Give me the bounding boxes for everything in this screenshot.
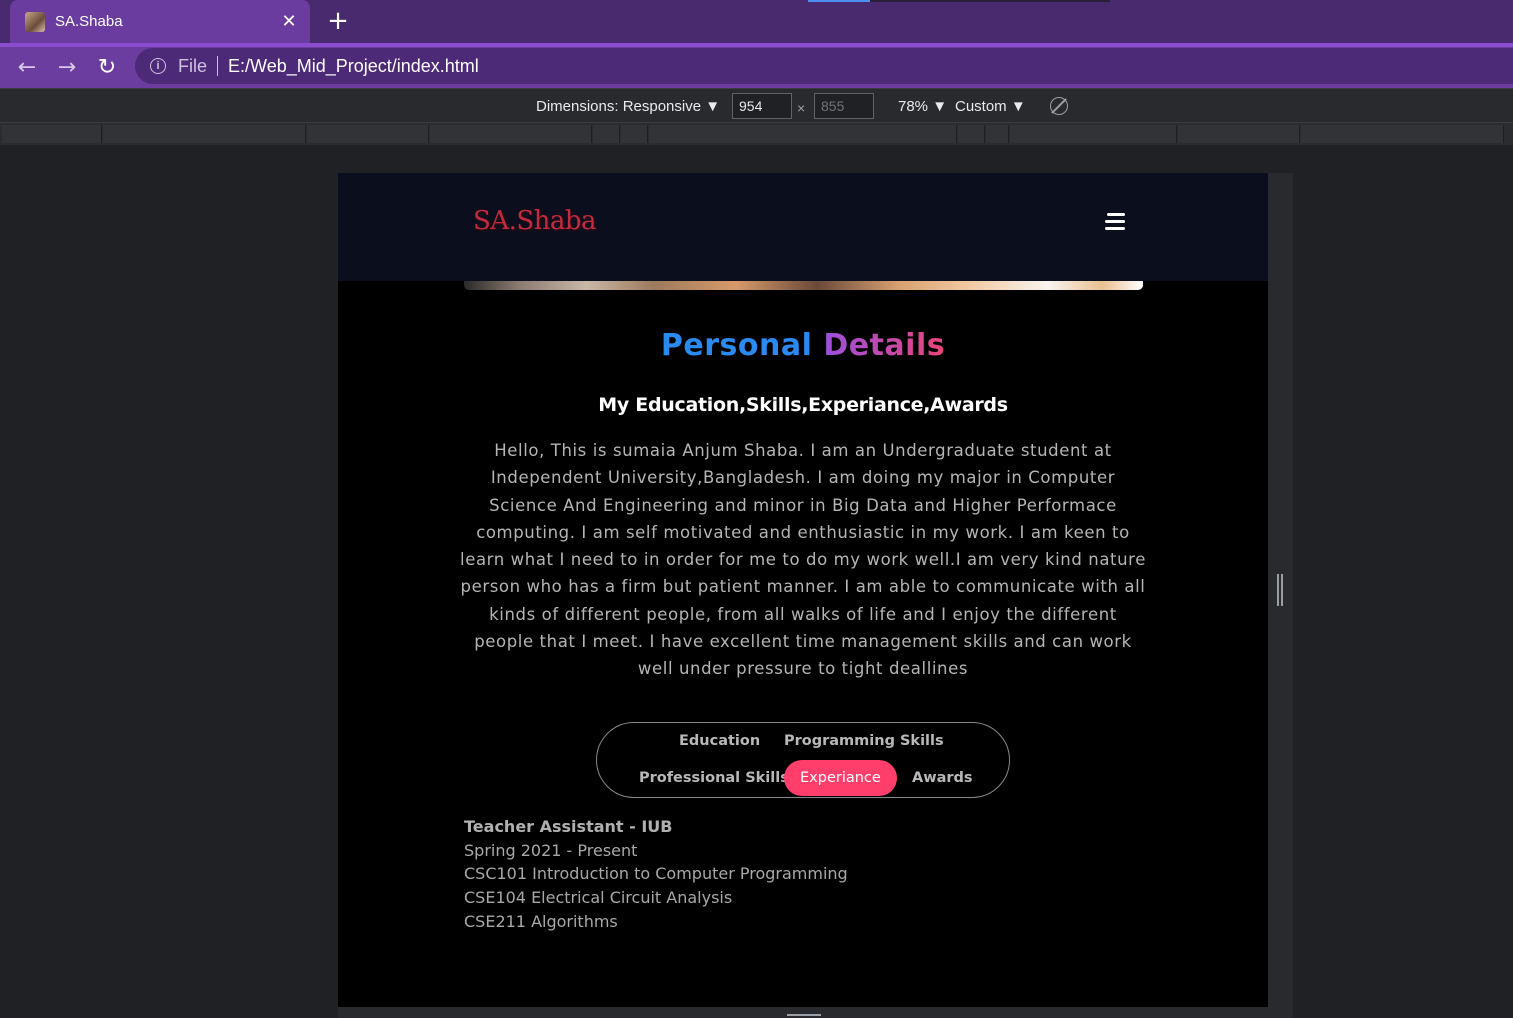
url-separator [217, 56, 219, 76]
url-scheme: File [178, 55, 208, 76]
ruler-segment[interactable] [1010, 125, 1177, 143]
times-symbol: × [797, 100, 806, 116]
browser-tab[interactable]: SA.Shaba ✕ [10, 0, 310, 43]
course-item: CSE211 Algorithms [464, 911, 618, 931]
back-arrow-icon[interactable]: ← [11, 51, 43, 83]
ruler-segment[interactable] [430, 125, 592, 143]
section-title: Personal Details [338, 328, 1268, 363]
ruler-segment[interactable] [103, 125, 306, 143]
tab-experiance[interactable]: Experiance [784, 760, 897, 796]
banner-image-strip [464, 281, 1143, 290]
rotate-icon[interactable] [1050, 97, 1068, 115]
site-header: SA.Shaba [338, 173, 1268, 281]
throttle-dropdown[interactable]: Custom ▼ [955, 95, 1026, 117]
course-item: CSC101 Introduction to Computer Programm… [464, 864, 848, 884]
ruler-segment[interactable] [1301, 125, 1504, 143]
experience-title: Teacher Assistant - IUB [464, 817, 673, 836]
dimensions-dropdown[interactable]: Dimensions: Responsive ▼ [536, 95, 720, 117]
tab-programming-skills[interactable]: Programming Skills [768, 723, 960, 759]
tab-education[interactable]: Education [663, 723, 776, 759]
tab-professional-skills[interactable]: Professional Skills [623, 760, 805, 796]
section-subtitle: My Education,Skills,Experiance,Awards [598, 394, 1008, 416]
reload-icon[interactable]: ↻ [91, 51, 123, 83]
forward-arrow-icon[interactable]: → [51, 51, 83, 83]
tab-strip-indicator-dark [870, 0, 1110, 2]
resize-grip-bottom-icon[interactable] [787, 1014, 821, 1018]
tab-awards[interactable]: Awards [896, 760, 989, 796]
tab-strip-indicator [808, 0, 870, 2]
ruler-segment[interactable] [2, 125, 102, 143]
ruler-segment[interactable] [621, 125, 648, 143]
tab-title: SA.Shaba [55, 13, 123, 30]
experience-period: Spring 2021 - Present [464, 840, 638, 860]
emulated-page: SA.Shaba Personal Details My Education,S… [338, 173, 1268, 1007]
tab-close-icon[interactable]: ✕ [276, 9, 302, 35]
ruler-segment[interactable] [986, 125, 1009, 143]
browser-tab-bar: SA.Shaba ✕ + [0, 0, 1513, 43]
height-input[interactable]: 855 [814, 93, 874, 119]
bio-paragraph: Hello, This is sumaia Anjum Shaba. I am … [460, 441, 1146, 679]
title-part-2: Details [823, 328, 946, 363]
ruler-segment[interactable] [958, 125, 985, 143]
title-part-1: Personal [660, 328, 813, 363]
ruler-segment[interactable] [593, 125, 620, 143]
info-icon[interactable]: i [150, 58, 166, 74]
address-bar[interactable]: i File E:/Web_Mid_Project/index.html [135, 48, 1513, 84]
site-logo[interactable]: SA.Shaba [473, 206, 597, 236]
course-item: CSE104 Electrical Circuit Analysis [464, 888, 733, 908]
browser-toolbar: ← → ↻ i File E:/Web_Mid_Project/index.ht… [0, 43, 1513, 88]
ruler-segment[interactable] [307, 125, 429, 143]
url-text[interactable]: E:/Web_Mid_Project/index.html [228, 56, 479, 77]
device-toolbar: Dimensions: Responsive ▼ 954 × 855 78% ▼… [0, 88, 1513, 123]
resize-grip-icon[interactable] [1277, 574, 1283, 606]
ruler-segment[interactable] [1178, 125, 1300, 143]
new-tab-button[interactable]: + [323, 6, 353, 36]
zoom-dropdown[interactable]: 78% ▼ [898, 95, 947, 117]
experience-content: Teacher Assistant - IUB Spring 2021 - Pr… [464, 815, 1064, 934]
details-tab-group: Education Programming Skills Professiona… [596, 722, 1010, 798]
width-input[interactable]: 954 [732, 93, 792, 119]
favicon-icon [25, 11, 45, 32]
media-query-ruler [0, 123, 1513, 145]
ruler-segment[interactable] [649, 125, 957, 143]
hamburger-menu-icon[interactable] [1105, 213, 1127, 233]
